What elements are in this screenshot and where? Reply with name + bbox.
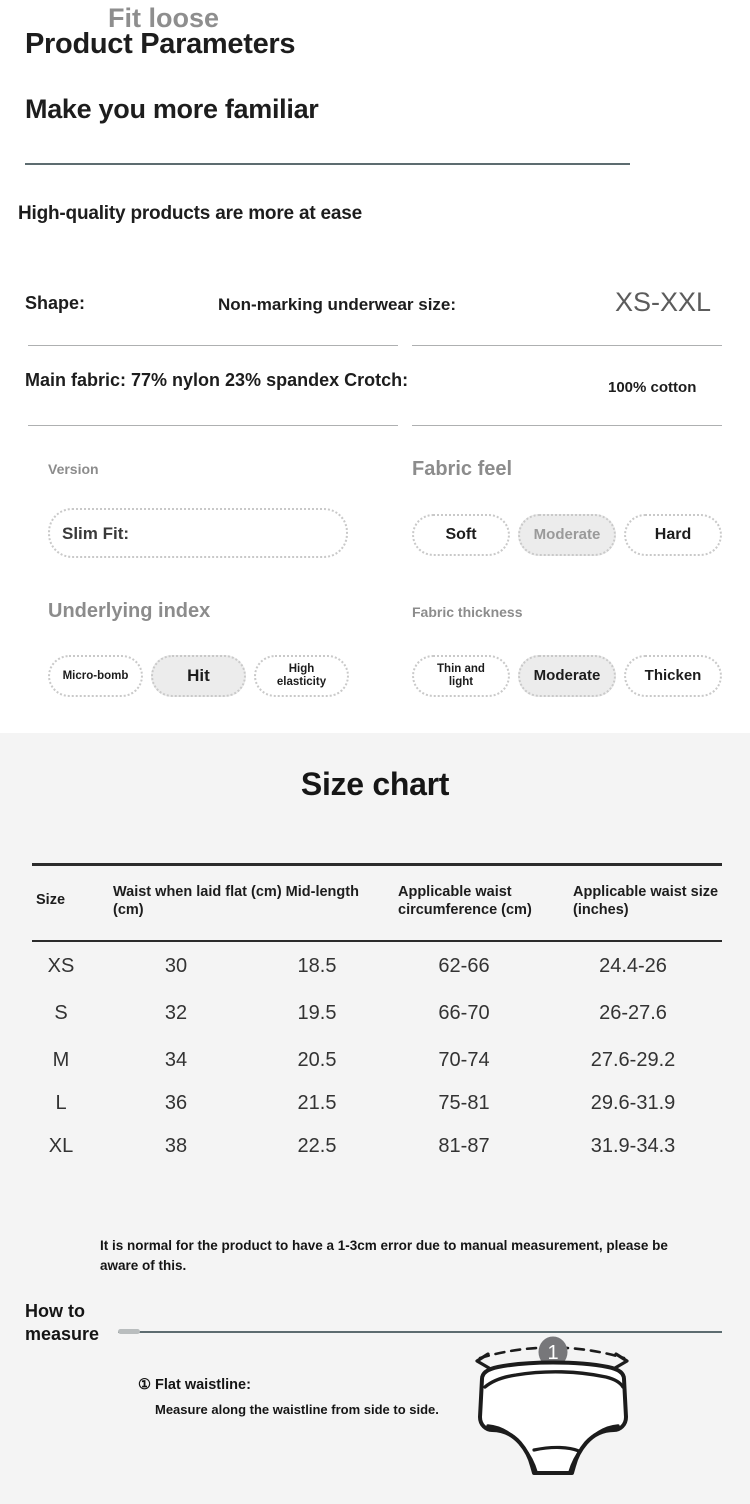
cell-size: L xyxy=(55,1092,67,1114)
cell-mid-length: 20.5 xyxy=(297,1049,337,1071)
attr-option-moderate-thickness[interactable]: Moderate xyxy=(518,655,616,697)
attr-options-fabric-thickness: Thin and light Moderate Thicken xyxy=(412,655,722,697)
product-parameters-page: Product Parameters Make you more familia… xyxy=(0,0,750,1504)
cell-mid-length: 18.5 xyxy=(297,955,337,977)
table-header-waist-inches: Applicable waist size (inches) xyxy=(573,884,719,919)
cell-waist-flat: 36 xyxy=(164,1092,188,1114)
how-to-measure-label: How to measure xyxy=(25,1301,100,1345)
cell-waist-circ: 81-87 xyxy=(438,1135,490,1157)
cell-waist-inches: 29.6-31.9 xyxy=(590,1092,676,1114)
cell-mid-length: 22.5 xyxy=(297,1135,337,1157)
hero-divider xyxy=(25,163,630,165)
table-rule-header-bottom xyxy=(32,940,722,942)
attr-heading-underlying-index: Underlying index xyxy=(48,600,211,622)
cell-size: M xyxy=(52,1049,70,1071)
attr-option-moderate[interactable]: Moderate xyxy=(518,514,616,556)
cell-waist-inches: 24.4-26 xyxy=(599,955,667,977)
attr-options-fabric-feel: Soft Moderate Hard xyxy=(412,514,722,556)
cell-waist-inches: 31.9-34.3 xyxy=(590,1135,676,1157)
cell-size: XL xyxy=(48,1135,74,1157)
spec-divider-left-1 xyxy=(28,345,398,346)
spec-fabric-value: 100% cotton xyxy=(608,379,697,396)
measurement-note: It is normal for the product to have a 1… xyxy=(100,1238,668,1274)
spec-size-value: XS-XXL xyxy=(615,287,712,317)
cell-size: S xyxy=(54,1002,68,1024)
attr-heading-version: Version xyxy=(48,461,99,477)
page-subtitle: Make you more familiar xyxy=(25,94,319,124)
attr-option-hit[interactable]: Hit xyxy=(151,655,246,697)
cell-waist-flat: 34 xyxy=(164,1049,188,1071)
attr-pill-slim-fit-key: Slim Fit: xyxy=(62,524,130,543)
attr-option-soft[interactable]: Soft xyxy=(412,514,510,556)
tagline: High-quality products are more at ease xyxy=(18,203,362,224)
attr-option-high-elasticity[interactable]: High elasticity xyxy=(254,655,349,697)
arrow-right-icon xyxy=(613,1352,629,1370)
attr-pill-slim-fit-value: Fit loose xyxy=(108,3,220,33)
cell-waist-circ: 75-81 xyxy=(438,1092,490,1114)
table-header-waist-circumference: Applicable waist circumference (cm) xyxy=(398,884,532,919)
attr-pill-slim-fit[interactable]: Slim Fit: xyxy=(48,508,348,558)
attr-option-thin-and-light[interactable]: Thin and light xyxy=(412,655,510,697)
cell-waist-inches: 26-27.6 xyxy=(599,1002,667,1024)
spec-divider-left-2 xyxy=(28,425,398,426)
table-header-waist-flat: Waist when laid flat (cm) Mid-length (cm… xyxy=(113,884,359,919)
cell-waist-flat: 38 xyxy=(164,1135,188,1157)
spec-shape-label: Shape: xyxy=(25,293,86,313)
cell-waist-circ: 62-66 xyxy=(438,955,490,977)
underwear-diagram: 1 xyxy=(468,1325,738,1500)
attr-option-thicken[interactable]: Thicken xyxy=(624,655,722,697)
how-to-measure-divider-cap xyxy=(118,1329,140,1334)
cell-waist-circ: 66-70 xyxy=(438,1002,490,1024)
attr-options-underlying-index: Micro-bomb Hit High elasticity xyxy=(48,655,349,697)
spec-fabric-label: Main fabric: 77% nylon 23% spandex Crotc… xyxy=(25,370,409,390)
attr-heading-fabric-thickness: Fabric thickness xyxy=(412,604,523,620)
attr-option-micro-bomb[interactable]: Micro-bomb xyxy=(48,655,143,697)
cell-size: XS xyxy=(47,955,75,977)
attr-heading-fabric-feel: Fabric feel xyxy=(412,458,513,480)
measure-step-description: Measure along the waistline from side to… xyxy=(155,1402,439,1417)
cell-mid-length: 19.5 xyxy=(297,1002,337,1024)
cell-mid-length: 21.5 xyxy=(297,1092,337,1114)
table-rule-top xyxy=(32,863,722,866)
cell-waist-flat: 30 xyxy=(164,955,188,977)
underwear-illustration-svg: 1 xyxy=(475,1336,629,1475)
measure-step-title: ① Flat waistline: xyxy=(138,1377,251,1393)
size-chart-title: Size chart xyxy=(300,766,450,802)
cell-waist-flat: 32 xyxy=(164,1002,188,1024)
cell-waist-inches: 27.6-29.2 xyxy=(590,1049,676,1071)
spec-divider-right-1 xyxy=(412,345,722,346)
spec-divider-right-2 xyxy=(412,425,722,426)
cell-waist-circ: 70-74 xyxy=(438,1049,490,1071)
table-header-size: Size xyxy=(36,892,66,908)
parameters-section: Product Parameters Make you more familia… xyxy=(0,0,750,733)
spec-size-label: Non-marking underwear size: xyxy=(218,295,457,314)
attr-option-hard[interactable]: Hard xyxy=(624,514,722,556)
